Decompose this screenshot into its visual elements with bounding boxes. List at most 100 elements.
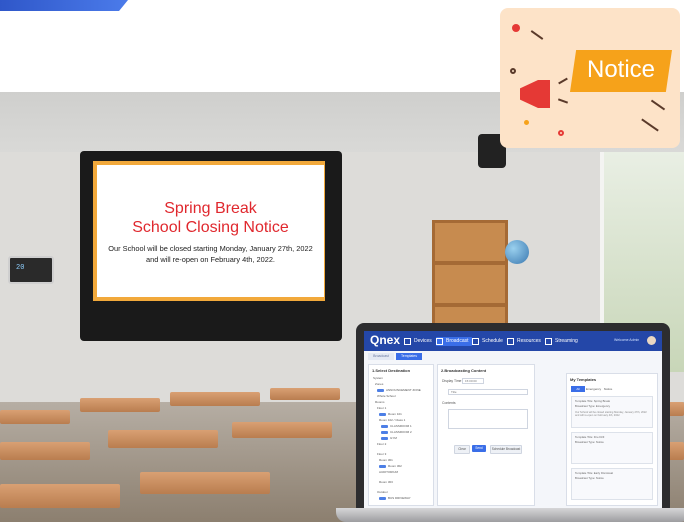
stream-icon — [545, 338, 552, 345]
schedule-broadcast-button[interactable]: Schedule Broadcast — [490, 445, 522, 454]
nav-tab-schedule[interactable]: Schedule — [472, 337, 503, 346]
student-desk — [170, 392, 260, 406]
decor-dot — [512, 24, 520, 32]
tree-item[interactable]: Outdoor — [377, 490, 388, 494]
tree-item[interactable]: System — [373, 376, 383, 380]
template-tab-notice[interactable]: Notice — [601, 386, 615, 392]
templates-title: My Templates — [570, 377, 597, 382]
decor-line — [650, 99, 666, 111]
template-name: Template Title: Early Dismissal — [575, 471, 613, 475]
display-time-label: Display Time — [442, 379, 462, 383]
template-card[interactable]: Template Title: Early Dismissal Broadcas… — [571, 468, 653, 500]
destination-panel: 1.Select Destination System Zones ANNOUN… — [368, 364, 434, 506]
nav-tab-label: Resources — [517, 338, 541, 344]
nav-tab-label: Streaming — [555, 338, 578, 344]
destination-title: 1.Select Destination — [372, 368, 411, 373]
shelf-divider — [435, 261, 505, 265]
folder-icon — [507, 338, 514, 345]
tree-item[interactable]: AUDITORIUM — [379, 470, 398, 474]
tree-item[interactable]: Room 303 — [379, 480, 393, 484]
broadcast-content-panel: 2.Broadcasting Content Display Time 15:0… — [437, 364, 535, 506]
decor-line — [558, 77, 568, 85]
slide-message: Our School will be closed starting Monda… — [108, 244, 313, 264]
slide-title-line1: Spring Break — [164, 200, 257, 217]
decor-dot — [510, 68, 516, 74]
app-nav-bar: Qnex Devices Broadcast Schedule Resource… — [364, 331, 662, 351]
nav-tab-devices[interactable]: Devices — [404, 337, 432, 346]
calendar-icon — [472, 338, 479, 345]
slide-title: Spring Break School Closing Notice — [97, 199, 324, 237]
decor-dot — [524, 120, 529, 125]
nav-tab-streaming[interactable]: Streaming — [545, 337, 578, 346]
tree-item[interactable]: BUS DRIVEWAY — [379, 496, 411, 500]
laptop-screen: Qnex Devices Broadcast Schedule Resource… — [364, 331, 662, 508]
app-logo: Qnex — [370, 333, 401, 347]
thermostat-display: 20 — [16, 264, 25, 272]
template-tab-emergency[interactable]: Emergency — [586, 386, 601, 392]
broadcast-icon — [436, 338, 443, 345]
nav-tab-resources[interactable]: Resources — [507, 337, 541, 346]
sub-tab-bar: Broadcast Templates — [364, 353, 662, 361]
decor-line — [641, 118, 659, 132]
display-time-field[interactable]: 15:00:00 — [462, 378, 484, 384]
title-select[interactable]: Title — [448, 389, 528, 395]
student-desk — [0, 484, 120, 508]
tree-item[interactable]: Room 302 — [379, 464, 402, 468]
notice-banner: Notice — [570, 50, 672, 92]
student-desk — [108, 430, 218, 448]
template-name: Template Title: Fire Drill — [575, 435, 605, 439]
wall-thermostat: 20 — [8, 256, 54, 284]
monitor-icon — [404, 338, 411, 345]
decor-dot — [558, 130, 564, 136]
student-desk — [0, 442, 90, 460]
tree-item[interactable]: Zones — [375, 382, 383, 386]
tree-item[interactable]: GYM — [381, 436, 397, 440]
tree-item[interactable]: ANNOUNCEMENT ZONE — [377, 388, 421, 392]
student-desk — [232, 422, 332, 438]
tree-item[interactable]: CLASSROOM 1 — [381, 424, 412, 428]
template-card[interactable]: Template Title: Fire Drill Broadcast Typ… — [571, 432, 653, 464]
template-name: Template Title: Spring Break — [575, 399, 610, 403]
template-preview: Our School will be closed starting Monda… — [575, 411, 647, 418]
slide-title-line2: School Closing Notice — [132, 219, 289, 236]
student-desk — [270, 388, 340, 400]
contents-field[interactable] — [448, 409, 528, 429]
decor-line — [557, 98, 569, 104]
tree-item[interactable]: Room 102 / Class 1 — [379, 418, 405, 422]
tree-item[interactable]: Whole School — [377, 394, 396, 398]
tree-item[interactable]: Room 101 — [379, 412, 402, 416]
notice-slide: Spring Break School Closing Notice Our S… — [97, 165, 324, 297]
globe-icon — [505, 240, 529, 264]
tree-item[interactable]: Room 301 — [379, 458, 393, 462]
template-card[interactable]: Template Title: Spring Break Broadcast T… — [571, 396, 653, 428]
student-desk — [80, 398, 160, 412]
megaphone-icon — [520, 80, 550, 108]
user-greeting[interactable]: Welcome Admin — [614, 338, 639, 342]
nav-tab-label: Schedule — [482, 338, 503, 344]
wall-display-screen: Spring Break School Closing Notice Our S… — [80, 151, 342, 341]
sub-tab-templates[interactable]: Templates — [396, 353, 422, 360]
template-tab-all[interactable]: All — [571, 386, 585, 392]
broadcast-content-title: 2.Broadcasting Content — [441, 368, 487, 373]
tree-item[interactable]: Floor 2 — [377, 442, 386, 446]
tree-item[interactable]: Rooms — [375, 400, 385, 404]
tree-item[interactable]: Floor 1 — [377, 406, 386, 410]
nav-tab-broadcast[interactable]: Broadcast — [436, 337, 472, 346]
student-desk — [140, 472, 270, 494]
avatar[interactable] — [647, 336, 656, 345]
sub-tab-broadcast[interactable]: Broadcast — [368, 353, 394, 360]
clear-button[interactable]: Clear — [454, 445, 470, 454]
notice-label: Notice — [586, 56, 656, 83]
student-desk — [0, 410, 70, 424]
notice-badge: Notice — [500, 8, 680, 148]
decor-line — [530, 30, 544, 40]
tree-item[interactable]: CLASSROOM 2 — [381, 430, 412, 434]
template-type: Broadcast Type: Notice — [575, 476, 604, 480]
laptop-base — [336, 508, 684, 522]
tree-item[interactable]: Floor 3 — [377, 452, 386, 456]
send-button[interactable]: Send — [472, 445, 486, 452]
template-type: Broadcast Type: Emergency — [575, 404, 611, 408]
template-type: Broadcast Type: Notice — [575, 440, 604, 444]
shelf-divider — [435, 303, 505, 307]
brand-top-bar — [0, 0, 128, 11]
